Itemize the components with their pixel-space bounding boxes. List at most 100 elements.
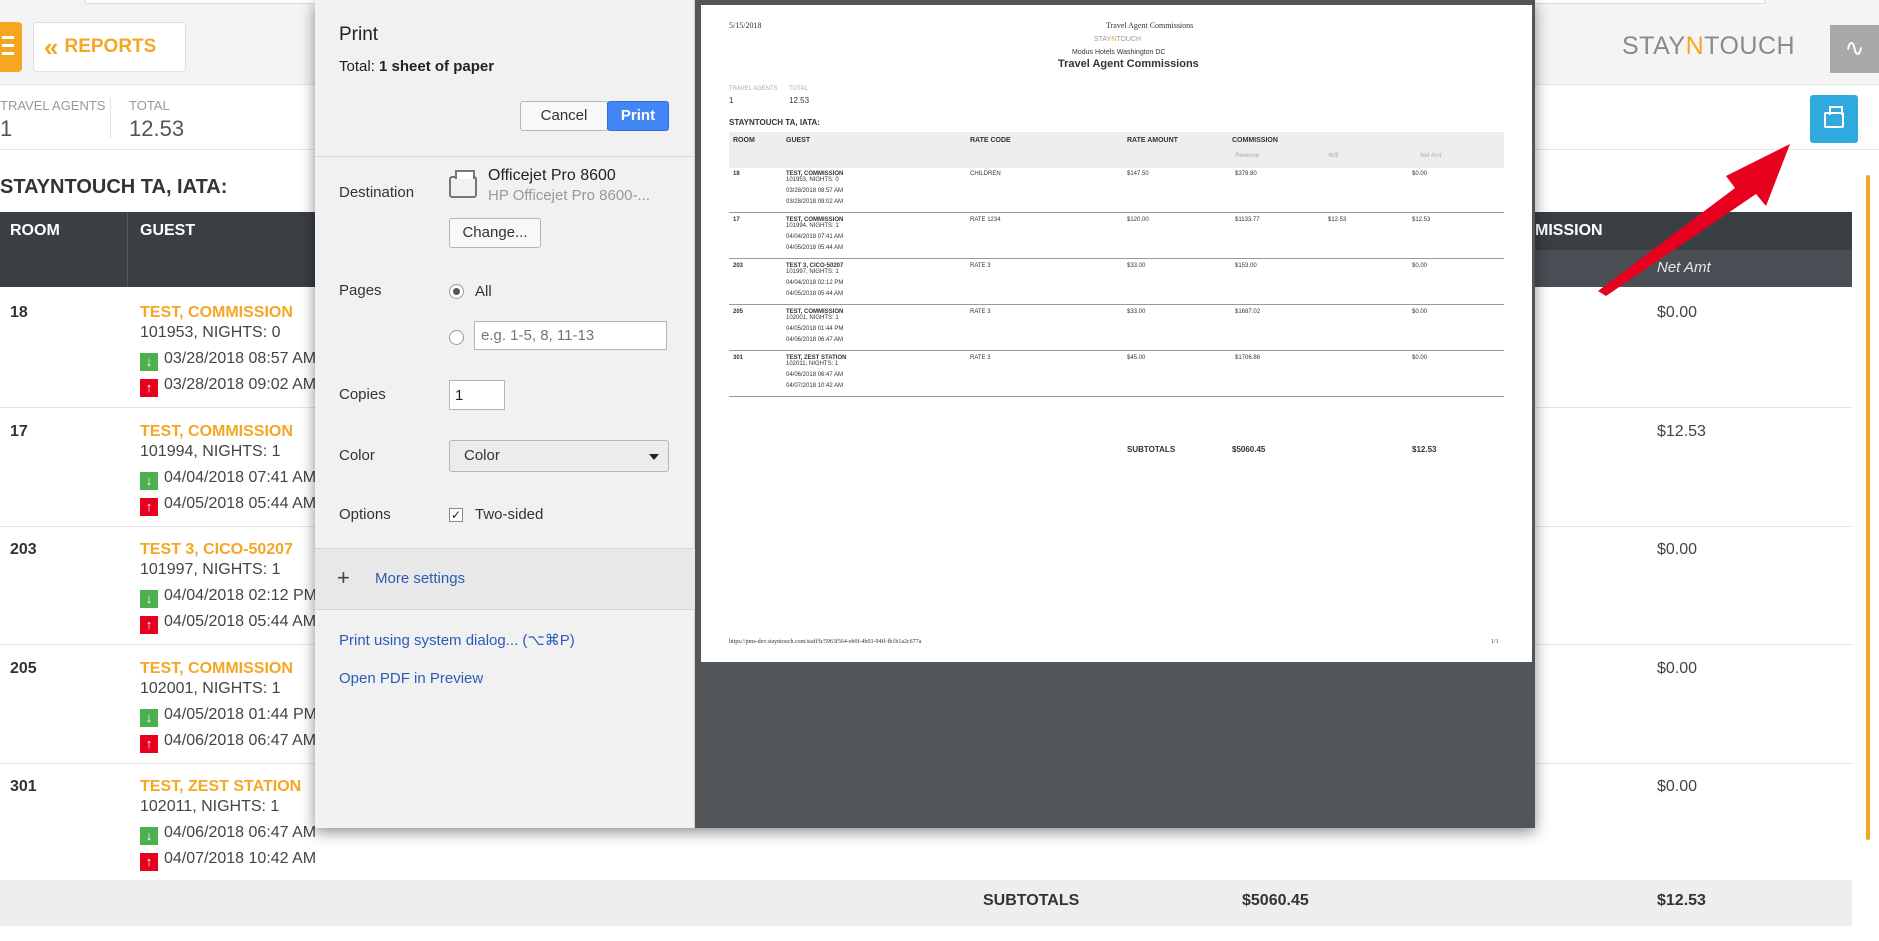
- preview-subtotals-net: $12.53: [1412, 445, 1437, 454]
- preview-net: $0.00: [1412, 263, 1428, 269]
- menu-button[interactable]: [0, 22, 22, 72]
- caret-down-icon: [649, 454, 659, 460]
- double-chevron-left-icon: «: [44, 31, 59, 62]
- more-settings-toggle[interactable]: + More settings: [315, 548, 695, 610]
- preview-conf: 102001, NIGHTS: 1: [786, 315, 839, 321]
- arrow-up-icon: ↑: [140, 853, 158, 871]
- preview-check-out: 04/07/2018 10:42 AM: [786, 383, 844, 389]
- preview-rate-amount: $120.00: [1127, 217, 1149, 223]
- preview-rate-amount: $45.00: [1127, 355, 1146, 361]
- preview-conf: 101953, NIGHTS: 0: [786, 177, 839, 183]
- net-amount: $12.53: [1657, 422, 1706, 440]
- net-amount: $0.00: [1657, 778, 1698, 795]
- divider: [729, 350, 1504, 351]
- preview-col-commission: COMMISSION: [1232, 137, 1278, 144]
- confirmation-nights: 101953, NIGHTS: 0: [140, 324, 281, 341]
- guest-name-link[interactable]: TEST 3, CICO-50207: [140, 541, 293, 559]
- sheet-total: Total: 1 sheet of paper: [339, 58, 495, 75]
- copies-input[interactable]: [449, 380, 505, 410]
- change-destination-button[interactable]: Change...: [449, 218, 541, 248]
- print-report-button[interactable]: [1810, 95, 1858, 143]
- guest-name-link[interactable]: TEST, COMMISSION: [140, 423, 293, 441]
- preview-rate-amount: $33.00: [1127, 309, 1146, 315]
- print-dialog: Print Total: 1 sheet of paper Cancel Pri…: [315, 0, 1535, 828]
- confirmation-nights: 101994, NIGHTS: 1: [140, 442, 281, 460]
- check-out-time: ↑ 04/05/2018 05:44 AM: [140, 495, 316, 516]
- room-number: 301: [10, 778, 37, 795]
- preview-footer-url: https://pms-dev.stayntouch.com/staff/h/5…: [729, 639, 922, 645]
- preview-check-in: 04/04/2018 07:41 AM: [786, 234, 844, 240]
- arrow-up-icon: ↑: [140, 379, 158, 397]
- check-in-time: ↓ 03/28/2018 08:57 AM: [140, 350, 316, 371]
- pages-range-input[interactable]: [474, 321, 667, 350]
- more-settings-label: More settings: [375, 570, 466, 587]
- subtotals-label: SUBTOTALS: [983, 892, 1080, 909]
- open-pdf-link[interactable]: Open PDF in Preview: [339, 670, 483, 687]
- travel-agents-value: 1: [0, 116, 13, 141]
- preview-room: 17: [733, 217, 740, 223]
- preview-subtotals-revenue: $5060.45: [1232, 445, 1266, 454]
- pages-custom-radio[interactable]: [449, 330, 464, 345]
- destination-label: Destination: [339, 184, 415, 201]
- preview-sub-revenue: Revenue: [1235, 153, 1260, 159]
- preview-rate-amount: $33.00: [1127, 263, 1146, 269]
- preview-net: $12.53: [1412, 217, 1431, 223]
- divider: [729, 396, 1504, 397]
- check-in-time: ↓ 04/05/2018 01:44 PM: [140, 706, 317, 727]
- arrow-down-icon: ↓: [140, 590, 158, 608]
- guest-name-link[interactable]: TEST, COMMISSION: [140, 660, 293, 678]
- arrow-down-icon: ↓: [140, 708, 158, 727]
- group-title: STAYNTOUCH TA, IATA:: [0, 176, 228, 198]
- preview-sub-net: Net Amt: [1420, 153, 1442, 159]
- divider: [729, 304, 1504, 305]
- arrow-up-icon: ↑: [140, 616, 158, 634]
- preview-col-room: ROOM: [733, 137, 755, 144]
- color-select[interactable]: Color: [449, 440, 669, 472]
- preview-rate-code: RATE 3: [970, 355, 991, 361]
- preview-check-out: 04/05/2018 05:44 AM: [786, 245, 844, 251]
- col-guest: GUEST: [140, 222, 196, 239]
- arrow-down-icon: ↓: [140, 471, 158, 490]
- color-label: Color: [339, 447, 375, 464]
- scrollbar[interactable]: [1866, 175, 1870, 840]
- room-number: 18: [10, 304, 28, 321]
- check-in-time: ↓ 04/06/2018 06:47 AM: [140, 824, 316, 845]
- reports-back-button[interactable]: « REPORTS: [33, 22, 186, 72]
- two-sided-checkbox[interactable]: ✓: [449, 508, 463, 522]
- pages-label: Pages: [339, 282, 382, 299]
- preview-header-title: Travel Agent Commissions: [1106, 21, 1194, 30]
- preview-subtotals-label: SUBTOTALS: [1127, 445, 1176, 454]
- guest-name-link[interactable]: TEST, COMMISSION: [140, 304, 293, 322]
- room-number: 205: [10, 659, 37, 677]
- net-amount: $0.00: [1657, 659, 1698, 677]
- cancel-button[interactable]: Cancel: [520, 101, 608, 131]
- system-dialog-link[interactable]: Print using system dialog... (⌥⌘P): [339, 631, 575, 649]
- preview-col-rate-code: RATE CODE: [970, 137, 1011, 144]
- print-button[interactable]: Print: [607, 101, 669, 131]
- plus-icon: +: [337, 565, 350, 590]
- pulse-icon[interactable]: ∿: [1830, 25, 1879, 73]
- preview-check-out: 03/28/2018 09:02 AM: [786, 199, 844, 205]
- copies-label: Copies: [339, 386, 386, 403]
- guest-name-link[interactable]: TEST, ZEST STATION: [140, 778, 301, 796]
- red-arrow-annotation: [1598, 144, 1790, 296]
- preview-total-label: TOTAL: [789, 86, 808, 92]
- preview-room: 205: [733, 309, 744, 315]
- preview-travel-agents-label: TRAVEL AGENTS: [729, 86, 778, 92]
- preview-rate-amount: $147.50: [1127, 171, 1149, 177]
- preview-room: 301: [733, 355, 744, 361]
- preview-travel-agents-value: 1: [729, 96, 734, 105]
- preview-date: 5/15/2018: [729, 21, 762, 30]
- check-out-time: ↑ 03/28/2018 09:02 AM: [140, 376, 316, 397]
- printer-icon: [1824, 106, 1844, 128]
- col-room: ROOM: [10, 222, 60, 239]
- preview-pct: $12.53: [1328, 217, 1347, 223]
- reports-label: REPORTS: [64, 36, 157, 57]
- subtotals-net: $12.53: [1657, 892, 1706, 909]
- pages-all-radio[interactable]: [449, 284, 464, 299]
- preview-group: STAYNTOUCH TA, IATA:: [729, 118, 820, 127]
- preview-rate-code: CHILDREN: [970, 171, 1001, 177]
- preview-net: $0.00: [1412, 171, 1428, 177]
- divider: [315, 156, 695, 157]
- total-value: 12.53: [129, 116, 185, 141]
